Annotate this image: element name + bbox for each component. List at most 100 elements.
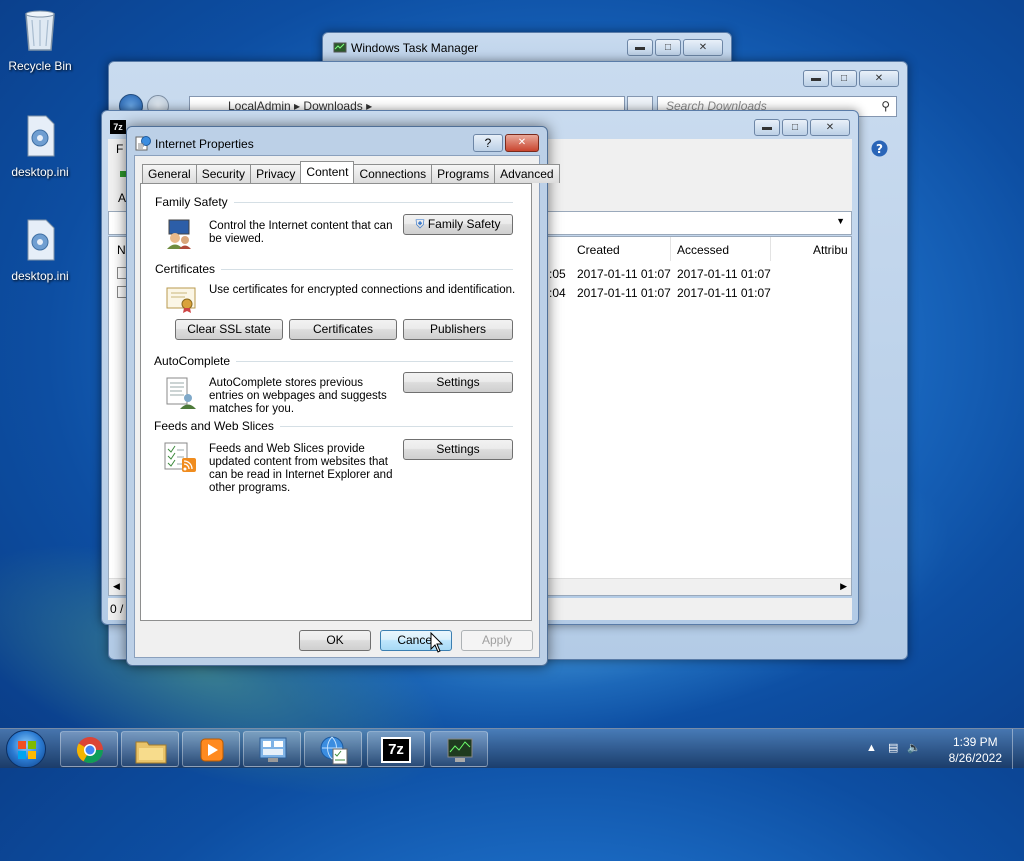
internet-options-icon — [135, 136, 151, 151]
column-header-created[interactable]: Created — [571, 237, 671, 261]
network-icon[interactable]: ▤ — [888, 742, 898, 754]
ok-button[interactable]: OK — [299, 630, 371, 651]
taskbar-media-player[interactable] — [182, 731, 240, 767]
family-safety-icon — [167, 219, 191, 249]
group-title-certificates: Certificates — [155, 262, 222, 276]
settings-file-icon — [27, 115, 55, 157]
tab-programs[interactable]: Programs — [431, 164, 496, 183]
menu-item-file[interactable]: F — [116, 142, 123, 156]
minimize-button[interactable]: ▬ — [627, 39, 653, 56]
window-title: Windows Task Manager — [351, 41, 479, 55]
desktop-icon-label: desktop.ini — [11, 165, 69, 179]
desktop-icon-label: desktop.ini — [11, 269, 69, 283]
media-player-icon — [200, 738, 224, 762]
task-manager-icon — [447, 738, 473, 762]
autocomplete-icon — [166, 377, 196, 409]
tab-general[interactable]: General — [142, 164, 197, 183]
svg-text:?: ? — [876, 142, 883, 156]
toolbar-label: A — [118, 191, 127, 205]
column-header-name[interactable]: N — [117, 243, 126, 257]
cell-modified: :04 — [549, 286, 566, 300]
certificate-icon — [166, 287, 196, 313]
feeds-settings-button[interactable]: Settings — [403, 439, 513, 460]
column-header-accessed[interactable]: Accessed — [671, 237, 771, 261]
shield-icon: ⛨ — [415, 217, 425, 231]
taskbar-internet-options[interactable] — [304, 731, 362, 767]
maximize-button[interactable]: □ — [782, 119, 808, 136]
clear-ssl-state-button[interactable]: Clear SSL state — [175, 319, 283, 340]
column-header-attributes[interactable]: Attribu — [771, 237, 851, 261]
chrome-icon — [76, 737, 104, 764]
desktop-icon-recycle-bin[interactable]: Recycle Bin — [0, 8, 80, 73]
cell-created: 2017-01-11 01:07 — [577, 267, 671, 281]
close-button[interactable]: ✕ — [683, 39, 723, 56]
clock[interactable]: 1:39 PM 8/26/2022 — [949, 734, 1002, 766]
close-button[interactable]: ✕ — [859, 70, 899, 87]
control-panel-icon — [259, 737, 287, 762]
7zip-icon: 7z — [381, 737, 411, 763]
taskbar-control-panel[interactable] — [243, 731, 301, 767]
cell-created: 2017-01-11 01:07 — [577, 286, 671, 300]
taskbar: 7z ▲ ▤ 🔈 1:39 PM 8/26/2022 — [0, 728, 1024, 769]
autocomplete-description: AutoComplete stores previous entries on … — [209, 377, 387, 415]
dialog-body: General Security Privacy Content Connect… — [134, 155, 560, 658]
publishers-button[interactable]: Publishers — [403, 319, 513, 340]
help-icon[interactable]: ? — [871, 140, 888, 157]
recycle-bin-icon — [25, 10, 55, 51]
tab-security[interactable]: Security — [195, 164, 252, 183]
taskbar-explorer[interactable] — [121, 731, 179, 767]
status-text: 0 / — [110, 602, 124, 616]
minimize-button[interactable]: ▬ — [803, 70, 829, 87]
certificates-button[interactable]: Certificates — [289, 319, 397, 340]
taskbar-task-manager[interactable] — [430, 731, 488, 767]
desktop-icon-desktop-ini-1[interactable]: desktop.ini — [0, 114, 80, 179]
tab-connections[interactable]: Connections — [353, 164, 433, 183]
feeds-icon — [164, 442, 196, 472]
close-button[interactable]: ✕ — [505, 134, 539, 152]
family-safety-button[interactable]: ⛨ Family Safety — [403, 214, 513, 235]
system-tray: ▲ ▤ 🔈 — [866, 741, 921, 754]
start-button[interactable] — [6, 730, 46, 768]
clock-date: 8/26/2022 — [948, 751, 1002, 765]
show-desktop-button[interactable] — [1012, 729, 1024, 769]
chevron-down-icon[interactable]: ▼ — [836, 216, 845, 226]
taskbar-chrome[interactable] — [60, 731, 118, 767]
autocomplete-settings-button[interactable]: Settings — [403, 372, 513, 393]
family-safety-description: Control the Internet content that can be… — [209, 220, 393, 245]
show-hidden-icons-icon[interactable]: ▲ — [866, 742, 877, 754]
maximize-button[interactable]: □ — [831, 70, 857, 87]
feeds-description: Feeds and Web Slices provide updated con… — [209, 443, 393, 494]
minimize-button[interactable]: ▬ — [754, 119, 780, 136]
volume-icon[interactable]: 🔈 — [907, 742, 921, 754]
group-title-family-safety: Family Safety — [155, 195, 234, 209]
group-title-autocomplete: AutoComplete — [154, 354, 237, 368]
tab-advanced[interactable]: Advanced — [494, 164, 560, 183]
certificates-description: Use certificates for encrypted connectio… — [209, 284, 516, 296]
cell-accessed: 2017-01-11 01:07 — [677, 286, 771, 300]
windows-logo-icon — [18, 741, 36, 759]
tab-strip: General Security Privacy Content Connect… — [142, 161, 560, 183]
cell-modified: :05 — [549, 267, 566, 281]
tab-content[interactable]: Content — [300, 161, 355, 183]
task-manager-icon — [333, 42, 347, 53]
apply-button[interactable]: Apply — [461, 630, 533, 651]
explorer-icon — [135, 741, 167, 764]
content-tab-panel: Family Safety Control the Internet conte… — [140, 183, 532, 621]
mouse-cursor-icon — [430, 632, 444, 653]
internet-properties-dialog[interactable]: Internet Properties ? ✕ General Security… — [126, 126, 560, 666]
group-title-feeds: Feeds and Web Slices — [154, 419, 280, 433]
clock-time: 1:39 PM — [952, 735, 998, 749]
search-icon: ⚲ — [881, 99, 890, 113]
cell-accessed: 2017-01-11 01:07 — [677, 267, 771, 281]
maximize-button[interactable]: □ — [655, 39, 681, 56]
taskbar-7zip[interactable]: 7z — [367, 731, 425, 767]
scroll-right-icon[interactable]: ▶ — [840, 581, 847, 592]
scroll-left-icon[interactable]: ◀ — [113, 581, 120, 592]
tab-privacy[interactable]: Privacy — [250, 164, 302, 183]
desktop-icon-desktop-ini-2[interactable]: desktop.ini — [0, 218, 80, 283]
sevenzip-app-icon: 7z — [110, 120, 126, 134]
close-button[interactable]: ✕ — [810, 119, 850, 136]
dialog-title: Internet Properties — [155, 137, 254, 151]
help-button[interactable]: ? — [473, 134, 503, 152]
internet-options-icon — [320, 736, 348, 765]
